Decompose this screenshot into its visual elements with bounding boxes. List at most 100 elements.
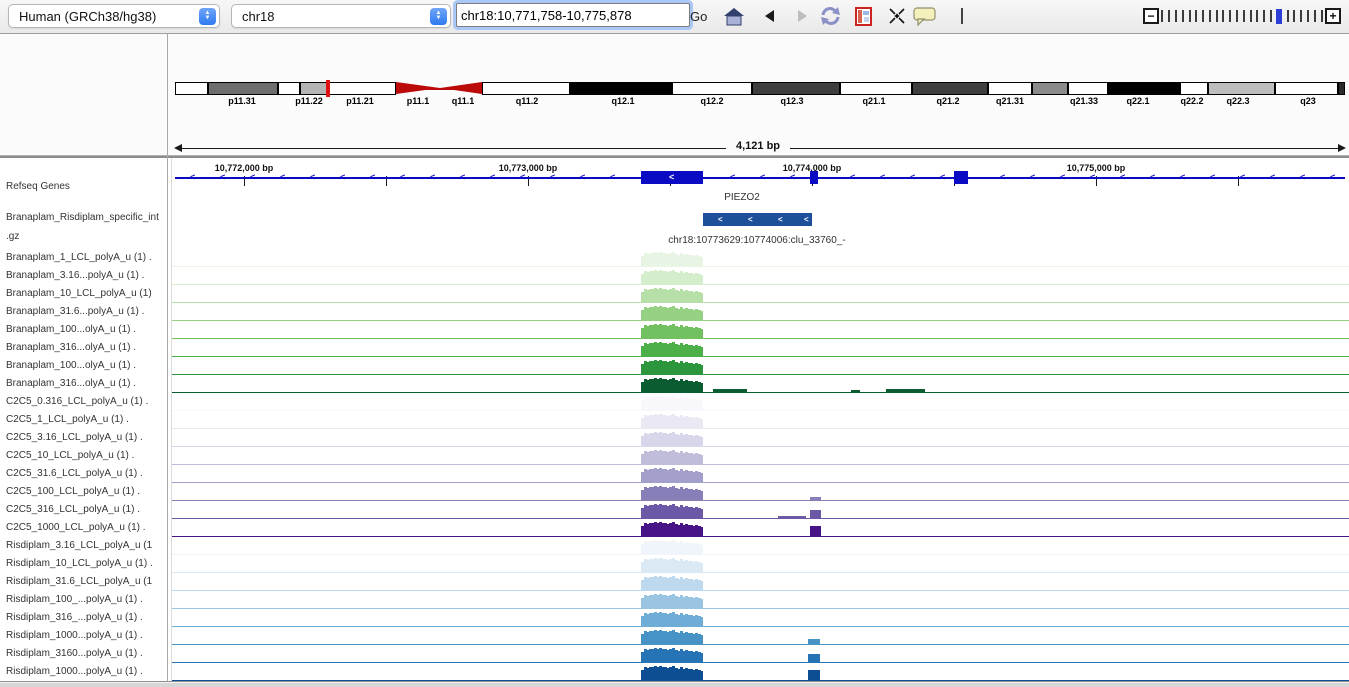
coverage-track-row[interactable] [172,663,1349,681]
track-label[interactable]: Risdiplam_10_LCL_polyA_u (1) . [6,558,153,569]
zoom-level-tick[interactable] [1307,10,1309,22]
zoom-level-tick[interactable] [1270,10,1272,22]
zoom-level-tick[interactable] [1202,10,1204,22]
panel-divider[interactable] [167,34,168,681]
zoom-level-tick[interactable] [1229,10,1231,22]
zoom-level-tick[interactable] [1216,10,1218,22]
back-icon[interactable] [758,5,782,27]
zoom-level-tick[interactable] [1175,10,1177,22]
zoom-current-level-tick[interactable] [1276,9,1282,24]
zoom-level-tick[interactable] [1161,10,1163,22]
zoom-level-tick[interactable] [1189,10,1191,22]
ideogram-band[interactable] [672,82,752,95]
track-label[interactable]: Risdiplam_1000...polyA_u (1) . [6,666,143,677]
ideogram-band[interactable] [1108,82,1180,95]
ideogram-band[interactable] [1208,82,1275,95]
zoom-level-ticks[interactable] [1159,9,1325,24]
zoom-level-tick[interactable] [1314,10,1316,22]
track-label[interactable]: .gz [6,231,19,242]
track-label[interactable]: Branaplam_31.6...polyA_u (1) . [6,306,144,317]
comment-icon[interactable] [913,5,937,27]
zoom-level-tick[interactable] [1263,10,1265,22]
go-button[interactable]: Go [684,4,713,28]
ideogram-band[interactable] [570,82,672,95]
track-label[interactable]: C2C5_0.316_LCL_polyA_u (1) . [6,396,148,407]
zoom-out-button[interactable]: − [1143,8,1159,24]
zoom-level-tick[interactable] [1222,10,1224,22]
ideogram-band[interactable] [300,82,328,95]
track-label[interactable]: C2C5_31.6_LCL_polyA_u (1) . [6,468,143,479]
zoom-level-tick[interactable] [1243,10,1245,22]
zoom-level-tick[interactable] [1236,10,1238,22]
track-label[interactable]: Branaplam_1_LCL_polyA_u (1) . [6,252,152,263]
coverage-track-row[interactable] [172,519,1349,537]
snapshot-icon[interactable] [851,5,875,27]
coverage-track-row[interactable] [172,267,1349,285]
ideogram-band[interactable] [1338,82,1345,95]
gene-exon[interactable] [954,171,968,184]
coverage-track-row[interactable] [172,321,1349,339]
track-label[interactable]: C2C5_1000_LCL_polyA_u (1) . [6,522,146,533]
zoom-level-tick[interactable] [1182,10,1184,22]
coverage-track-row[interactable] [172,573,1349,591]
zoom-in-button[interactable]: + [1325,8,1341,24]
ideogram-band[interactable] [328,82,396,95]
coverage-track-row[interactable] [172,627,1349,645]
track-label[interactable]: Risdiplam_100_...polyA_u (1) . [6,594,143,605]
ideogram-band[interactable] [752,82,840,95]
ideogram-band[interactable] [1275,82,1338,95]
coverage-track-row[interactable] [172,285,1349,303]
coverage-track-row[interactable] [172,357,1349,375]
track-label[interactable]: Branaplam_100...olyA_u (1) . [6,324,136,335]
ideogram-band[interactable] [1032,82,1068,95]
coverage-track-row[interactable] [172,303,1349,321]
ideogram-band[interactable] [840,82,912,95]
coverage-track-row[interactable] [172,501,1349,519]
track-label[interactable]: Refseq Genes [6,181,70,192]
track-label[interactable]: C2C5_316_LCL_polyA_u (1) . [6,504,140,515]
track-label[interactable]: C2C5_3.16_LCL_polyA_u (1) . [6,432,143,443]
zoom-level-tick[interactable] [1250,10,1252,22]
ideogram-band[interactable] [482,82,570,95]
track-label[interactable]: Branaplam_10_LCL_polyA_u (1) [6,288,152,299]
home-icon[interactable] [722,5,746,27]
ideogram-centromere[interactable] [396,82,440,94]
coverage-track-row[interactable] [172,465,1349,483]
zoom-level-tick[interactable] [1300,10,1302,22]
track-label[interactable]: C2C5_1_LCL_polyA_u (1) . [6,414,129,425]
track-label[interactable]: Branaplam_3.16...polyA_u (1) . [6,270,144,281]
coverage-track-row[interactable] [172,447,1349,465]
zoom-level-tick[interactable] [1293,10,1295,22]
track-label[interactable]: C2C5_100_LCL_polyA_u (1) . [6,486,140,497]
coverage-track-row[interactable] [172,375,1349,393]
ideogram-band[interactable] [208,82,278,95]
collapse-icon[interactable] [885,5,909,27]
zoom-level-tick[interactable] [1287,10,1289,22]
coverage-track-row[interactable] [172,645,1349,663]
track-label[interactable]: Branaplam_100...olyA_u (1) . [6,360,136,371]
coverage-track-row[interactable] [172,555,1349,573]
refresh-icon[interactable] [818,5,842,27]
zoom-level-tick[interactable] [1256,10,1258,22]
zoom-level-tick[interactable] [1321,10,1323,22]
forward-icon[interactable] [790,5,814,27]
ideogram-band[interactable] [912,82,988,95]
horizontal-scrollbar[interactable] [0,681,1349,687]
locus-input[interactable] [456,3,690,27]
zoom-level-tick[interactable] [1195,10,1197,22]
ideogram-band[interactable] [1180,82,1208,95]
track-label[interactable]: Risdiplam_31.6_LCL_polyA_u (1 [6,576,152,587]
track-label[interactable]: Risdiplam_1000...polyA_u (1) . [6,630,143,641]
track-label[interactable]: Branaplam_316...olyA_u (1) . [6,342,136,353]
track-label[interactable]: Risdiplam_3160...polyA_u (1) . [6,648,143,659]
ideogram-band[interactable] [278,82,300,95]
ideogram-band[interactable] [988,82,1032,95]
ideogram-centromere[interactable] [440,82,482,94]
track-label[interactable]: Branaplam_Risdiplam_specific_int [6,212,159,223]
ideogram-band[interactable] [175,82,208,95]
coverage-track-row[interactable] [172,339,1349,357]
chromosome-select[interactable]: chr18 ▲▼ [231,4,451,28]
coverage-track-row[interactable] [172,483,1349,501]
track-label[interactable]: Risdiplam_316_...polyA_u (1) . [6,612,143,623]
track-label[interactable]: C2C5_10_LCL_polyA_u (1) . [6,450,134,461]
